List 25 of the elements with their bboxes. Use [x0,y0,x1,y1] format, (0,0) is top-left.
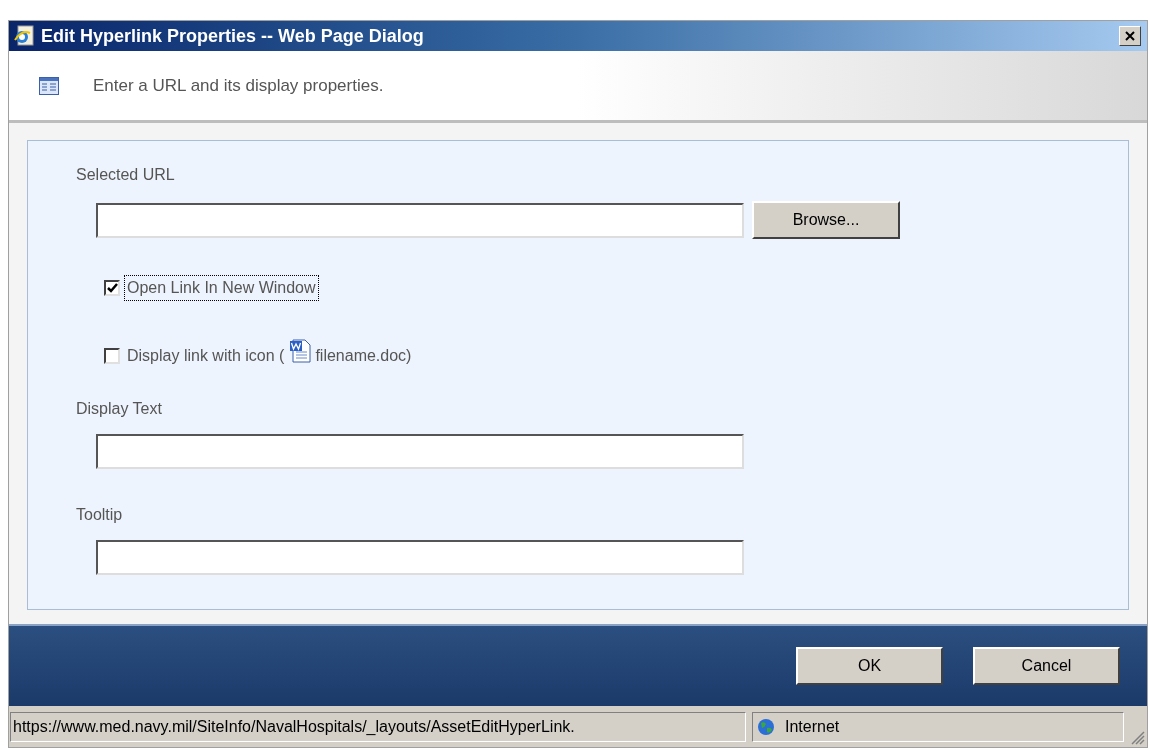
instruction-text: Enter a URL and its display properties. [93,74,384,97]
resize-grip-icon[interactable] [1129,729,1145,745]
window-title: Edit Hyperlink Properties -- Web Page Dialog [41,24,425,48]
url-input-field[interactable] [96,202,744,238]
globe-icon [757,717,775,736]
list-icon [39,76,59,95]
browser-icon [13,25,35,47]
checkbox-label[interactable]: Display link with icon ( [124,343,286,369]
browse-button[interactable]: Browse... [752,201,900,239]
ok-button[interactable]: OK [796,647,943,685]
checkbox[interactable] [104,280,120,296]
close-button[interactable] [1119,26,1141,46]
status-url: https://www.med.navy.mil/SiteInfo/NavalHospitals/_layouts/AssetEditHyperLink. [10,711,746,742]
zone-text: Internet [785,716,840,737]
field-label: Tooltip [76,505,124,525]
text-input-field[interactable] [96,434,744,469]
word-document-icon [289,339,312,363]
field-label: Display Text [76,399,163,419]
checkbox[interactable] [104,348,120,364]
text-input-field[interactable] [96,540,744,575]
cancel-button[interactable]: Cancel [973,647,1120,685]
close-icon [1124,30,1136,42]
filename-text: filename.doc) [315,346,412,366]
checkbox-label[interactable]: Open Link In New Window [124,275,319,301]
field-label: Selected URL [76,165,176,185]
